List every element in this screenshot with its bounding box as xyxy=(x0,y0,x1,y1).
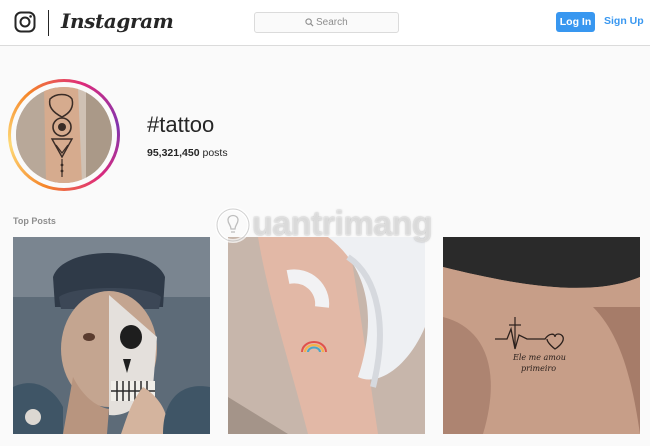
top-nav-bar: Instagram Log In Sign Up xyxy=(0,0,650,46)
logo-divider xyxy=(48,10,49,36)
instagram-wordmark[interactable]: Instagram xyxy=(61,9,174,33)
search-icon xyxy=(305,18,314,27)
sign-up-link[interactable]: Sign Up xyxy=(604,15,644,27)
search-box[interactable] xyxy=(254,12,399,33)
skull-face-tattoo-post[interactable] xyxy=(13,237,210,434)
post-count-label: posts xyxy=(199,147,228,159)
post-count-number: 95,321,450 xyxy=(147,147,200,159)
script-line-1: Ele me amou xyxy=(512,353,566,362)
search-input[interactable] xyxy=(316,15,392,30)
post-count: 95,321,450 posts xyxy=(147,147,228,159)
hashtag-avatar-image xyxy=(16,87,112,183)
rainbow-mini-tattoo-post[interactable] xyxy=(228,237,425,434)
top-posts-heading: Top Posts xyxy=(13,216,56,226)
hashtag-title: #tattoo xyxy=(147,112,215,137)
instagram-glyph-icon[interactable] xyxy=(14,11,36,33)
log-in-button[interactable]: Log In xyxy=(556,12,595,32)
hashtag-avatar xyxy=(8,79,120,191)
script-line-2: primeiro xyxy=(521,364,556,373)
heartbeat-script-tattoo-post[interactable]: Ele me amou primeiro xyxy=(443,237,640,434)
